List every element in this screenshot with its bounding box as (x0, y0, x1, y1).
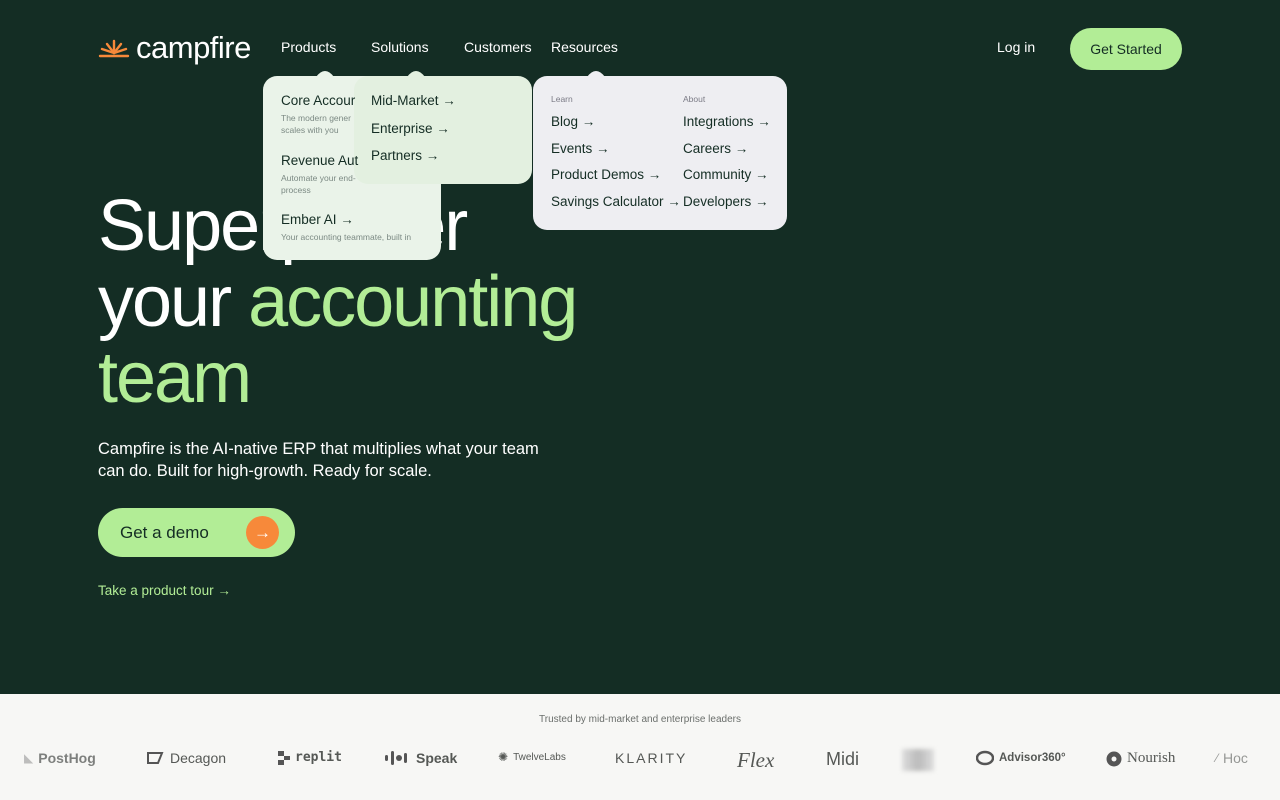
resources-item-integrations[interactable]: Integrations → (683, 114, 771, 129)
resources-about-heading: About (683, 94, 706, 104)
get-demo-button[interactable]: Get a demo → (98, 508, 295, 557)
arrow-right-icon: → (246, 516, 279, 549)
brand-replit: replit (278, 750, 342, 765)
products-desc-ember: Your accounting teammate, built in (281, 232, 412, 242)
products-item-core[interactable]: Core Accour (281, 93, 355, 108)
resources-item-events[interactable]: Events → (551, 141, 610, 156)
brand-decagon: Decagon (145, 750, 226, 766)
hoc-logo-icon: ⁄ (1216, 751, 1219, 765)
brand-speak: Speak (385, 750, 457, 766)
get-demo-label: Get a demo (120, 522, 209, 542)
nav-solutions[interactable]: Solutions (371, 39, 429, 55)
brand-nourish: Nourish (1106, 750, 1175, 767)
solutions-item-midmarket[interactable]: Mid-Market → (371, 93, 456, 108)
products-desc-revenue: Automate your end- process (281, 173, 356, 195)
get-started-button[interactable]: Get Started (1070, 28, 1182, 70)
posthog-logo-icon: ◣ (24, 751, 34, 765)
product-tour-link[interactable]: Take a product tour → (98, 583, 231, 598)
advisor360-logo-icon (976, 750, 994, 766)
products-item-revenue[interactable]: Revenue Aut (281, 153, 358, 168)
solutions-item-partners[interactable]: Partners → (371, 148, 439, 163)
brand-blurred-logo (902, 749, 934, 771)
resources-item-blog[interactable]: Blog → (551, 114, 595, 129)
brand-midi: Midi (826, 749, 860, 769)
resources-item-demos[interactable]: Product Demos → (551, 167, 661, 182)
hero-line-2a: your (98, 262, 249, 342)
brand-klarity: KLARITY (615, 750, 688, 766)
products-desc-core: The modern gener scales with you (281, 113, 351, 135)
resources-item-community[interactable]: Community → (683, 167, 769, 182)
resources-learn-heading: Learn (551, 94, 573, 104)
blurred-logo-icon (902, 749, 934, 771)
brand-posthog: ◣ PostHog (24, 750, 96, 766)
brand-flex: Flex (737, 748, 775, 772)
nourish-logo-icon (1106, 751, 1122, 766)
products-item-ember[interactable]: Ember AI → (281, 212, 354, 227)
decagon-logo-icon (147, 752, 164, 764)
hero-line-2: your accounting (98, 262, 578, 342)
twelvelabs-logo-icon: ✺ (498, 750, 509, 764)
hero-line-2b: accounting (248, 262, 578, 342)
brand-advisor360: Advisor360° (976, 750, 1066, 766)
nav-products[interactable]: Products (281, 39, 336, 55)
brand-name: campfire (136, 30, 251, 65)
hero-subtitle: Campfire is the AI-native ERP that multi… (98, 440, 539, 480)
replit-logo-icon (278, 750, 290, 765)
hero-line-3: team (98, 338, 252, 418)
resources-caret-icon (587, 71, 605, 77)
campfire-logo[interactable]: campfire (98, 30, 251, 66)
resources-item-careers[interactable]: Careers → (683, 141, 748, 156)
resources-item-developers[interactable]: Developers → (683, 194, 769, 209)
solutions-caret-icon (407, 71, 425, 77)
solutions-item-enterprise[interactable]: Enterprise → (371, 121, 450, 136)
brand-twelvelabs: ✺ TwelveLabs (498, 750, 566, 764)
nav-customers[interactable]: Customers (464, 39, 532, 55)
login-link[interactable]: Log in (997, 39, 1035, 55)
brand-hoc: ⁄ Hoc (1216, 750, 1248, 766)
products-caret-icon (316, 71, 334, 77)
trusted-band (0, 694, 1280, 800)
nav-resources[interactable]: Resources (551, 39, 618, 55)
resources-item-calculator[interactable]: Savings Calculator → (551, 194, 681, 209)
speak-logo-icon (385, 751, 407, 765)
trusted-label: Trusted by mid-market and enterprise lea… (539, 714, 741, 725)
campfire-flame-icon (98, 39, 130, 58)
